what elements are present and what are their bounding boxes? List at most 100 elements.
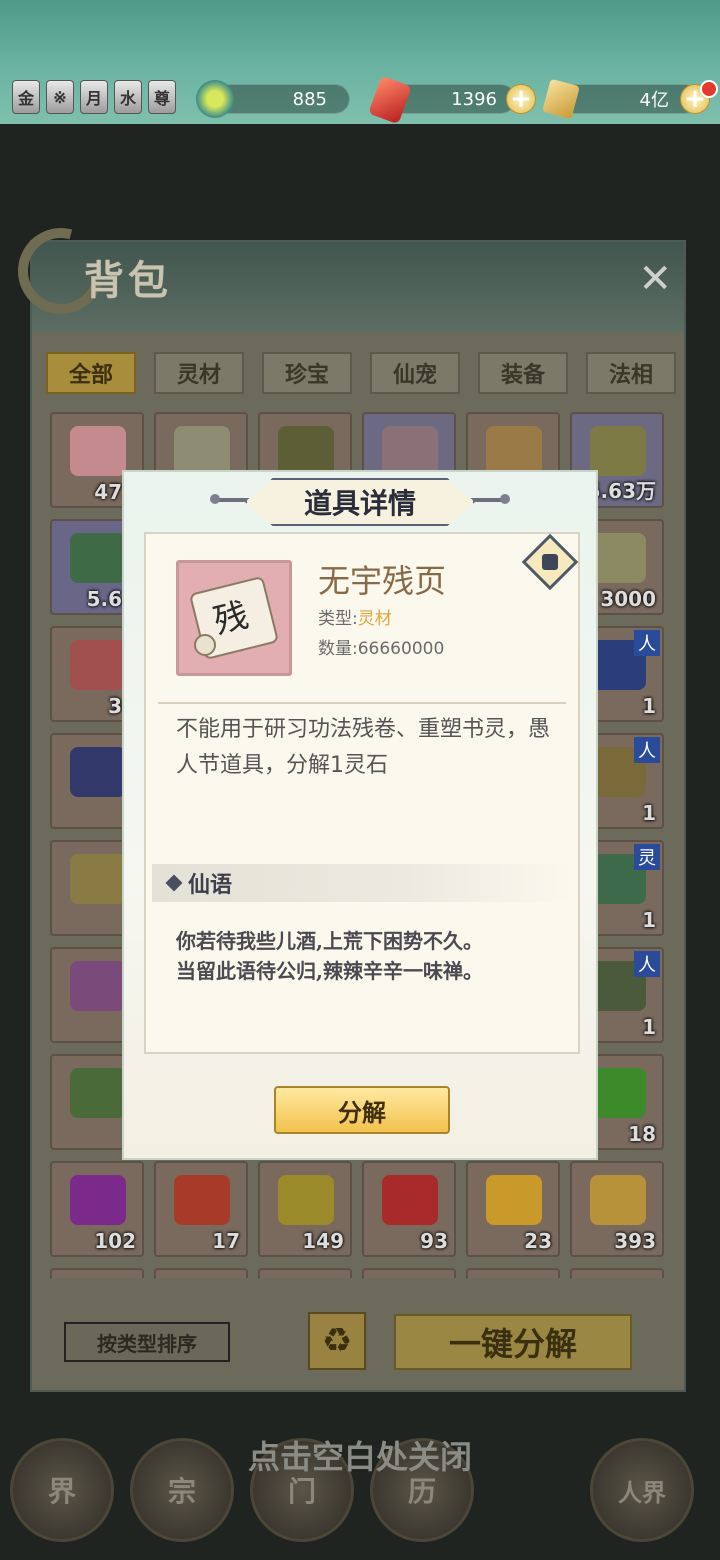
- tab-equipment[interactable]: 装备: [478, 352, 568, 394]
- item-art-icon: [590, 426, 646, 476]
- item-art-icon: [70, 533, 126, 583]
- badge-moon[interactable]: 月: [80, 80, 108, 114]
- item-type-row: 类型:灵材: [318, 604, 392, 629]
- item-art-icon: [278, 426, 334, 476]
- badge-gold[interactable]: 金: [12, 80, 40, 114]
- diamond-icon: [165, 874, 183, 892]
- scroll-icon: 残: [190, 577, 278, 659]
- item-count: 18: [628, 1122, 656, 1146]
- type-value: 灵材: [357, 609, 392, 629]
- item-art-icon: [70, 426, 126, 476]
- red-gem-icon: [368, 75, 412, 125]
- item-qty-row: 数量:66660000: [318, 634, 444, 659]
- tab-treasures[interactable]: 珍宝: [262, 352, 352, 394]
- tag-badge: 灵: [634, 844, 660, 870]
- item-art-icon: [486, 426, 542, 476]
- quote-text: 你若待我些儿酒,上荒下困势不久。 当留此语待公归,辣辣辛辛一味禅。: [176, 926, 566, 986]
- tab-avatar[interactable]: 法相: [586, 352, 676, 394]
- badge-honor[interactable]: 尊: [148, 80, 176, 114]
- item-art-icon: [590, 533, 646, 583]
- item-count: 393: [614, 1229, 656, 1253]
- dialog-title-wrap: 道具详情: [124, 478, 596, 528]
- item-slot[interactable]: [154, 1268, 248, 1278]
- spirit-swirl-icon: [196, 80, 234, 118]
- gold-counter: 4亿: [560, 84, 700, 114]
- item-detail-card: 残 无宇残页 类型:灵材 数量:66660000 不能用于研习功法残卷、重塑书灵…: [144, 532, 580, 1054]
- item-slot[interactable]: [466, 1268, 560, 1278]
- quote-header: 仙语: [152, 864, 572, 902]
- recycle-icon[interactable]: ♻: [308, 1312, 366, 1370]
- quote-line-2: 当留此语待公归,辣辣辛辛一味禅。: [176, 959, 483, 983]
- tab-materials[interactable]: 灵材: [154, 352, 244, 394]
- dialog-title: 道具详情: [245, 478, 475, 526]
- item-art-icon: [174, 426, 230, 476]
- badge-emblem[interactable]: ※: [46, 80, 74, 114]
- item-art-icon: [70, 747, 126, 797]
- item-count: 1: [642, 801, 656, 825]
- item-art-icon: [70, 1068, 126, 1118]
- one-key-decompose-button[interactable]: 一键分解: [394, 1314, 632, 1370]
- item-count: 102: [94, 1229, 136, 1253]
- item-icon-frame: 残: [176, 560, 292, 676]
- qty-value: 66660000: [357, 639, 445, 659]
- item-slot[interactable]: 23: [466, 1161, 560, 1257]
- item-count: 23: [524, 1229, 552, 1253]
- item-name: 无宇残页: [318, 562, 447, 600]
- item-slot[interactable]: [362, 1268, 456, 1278]
- tag-badge: 人: [634, 630, 660, 656]
- item-art-icon: [70, 961, 126, 1011]
- item-count: 1: [642, 908, 656, 932]
- item-detail-dialog: 道具详情 残 无宇残页 类型:灵材 数量:66660000 不能用于研习功法残卷…: [122, 470, 598, 1160]
- item-art-icon: [70, 854, 126, 904]
- decompose-button[interactable]: 分解: [274, 1086, 450, 1134]
- item-art-icon: [278, 1175, 334, 1225]
- item-art-icon: [590, 1068, 646, 1118]
- tab-all[interactable]: 全部: [46, 352, 136, 394]
- lock-icon[interactable]: [521, 533, 579, 591]
- category-tabs: 全部 灵材 珍宝 仙宠 装备 法相: [46, 352, 676, 394]
- item-slot[interactable]: 102: [50, 1161, 144, 1257]
- type-label: 类型:: [318, 609, 358, 629]
- item-art-icon: [590, 1175, 646, 1225]
- quote-label: 仙语: [188, 872, 233, 898]
- badge-water[interactable]: 水: [114, 80, 142, 114]
- item-art-icon: [382, 426, 438, 476]
- tag-badge: 人: [634, 737, 660, 763]
- qty-label: 数量:: [318, 639, 358, 659]
- gold-value: 4亿: [639, 90, 669, 111]
- item-art-icon: [486, 1175, 542, 1225]
- tag-badge: 人: [634, 951, 660, 977]
- item-art-icon: [70, 640, 126, 690]
- close-hint[interactable]: 点击空白处关闭: [0, 1432, 720, 1478]
- item-art-icon: [382, 1175, 438, 1225]
- item-slot[interactable]: 393: [570, 1161, 664, 1257]
- item-slot[interactable]: 17: [154, 1161, 248, 1257]
- item-count: 17: [212, 1229, 240, 1253]
- spirit-counter: 885: [214, 84, 350, 114]
- item-count: 93: [420, 1229, 448, 1253]
- tab-pets[interactable]: 仙宠: [370, 352, 460, 394]
- divider: [158, 702, 566, 704]
- item-count: 1: [642, 694, 656, 718]
- backpack-header: 背包 ✕: [2, 212, 684, 332]
- item-description: 不能用于研习功法残卷、重塑书灵，愚人节道具，分解1灵石: [176, 717, 551, 778]
- item-slot[interactable]: [50, 1268, 144, 1278]
- sort-by-type-button[interactable]: 按类型排序: [64, 1322, 230, 1362]
- item-slot[interactable]: [570, 1268, 664, 1278]
- backpack-title: 背包: [84, 257, 172, 304]
- quote-line-1: 你若待我些儿酒,上荒下困势不久。: [176, 929, 483, 953]
- add-gem-button[interactable]: +: [506, 84, 536, 114]
- item-slot[interactable]: 149: [258, 1161, 352, 1257]
- item-slot[interactable]: 93: [362, 1161, 456, 1257]
- close-icon[interactable]: ✕: [638, 256, 672, 302]
- gem-value: 1396: [451, 88, 497, 110]
- notification-dot: [700, 80, 718, 98]
- resource-bar: 金 ※ 月 水 尊 885 1396 + 4亿 +: [0, 0, 720, 125]
- item-count: 1: [642, 1015, 656, 1039]
- spirit-value: 885: [292, 88, 327, 110]
- item-art-icon: [174, 1175, 230, 1225]
- item-count: 3000: [600, 587, 656, 611]
- item-slot[interactable]: [258, 1268, 352, 1278]
- item-art-icon: [70, 1175, 126, 1225]
- title-badges: 金 ※ 月 水 尊: [12, 80, 176, 114]
